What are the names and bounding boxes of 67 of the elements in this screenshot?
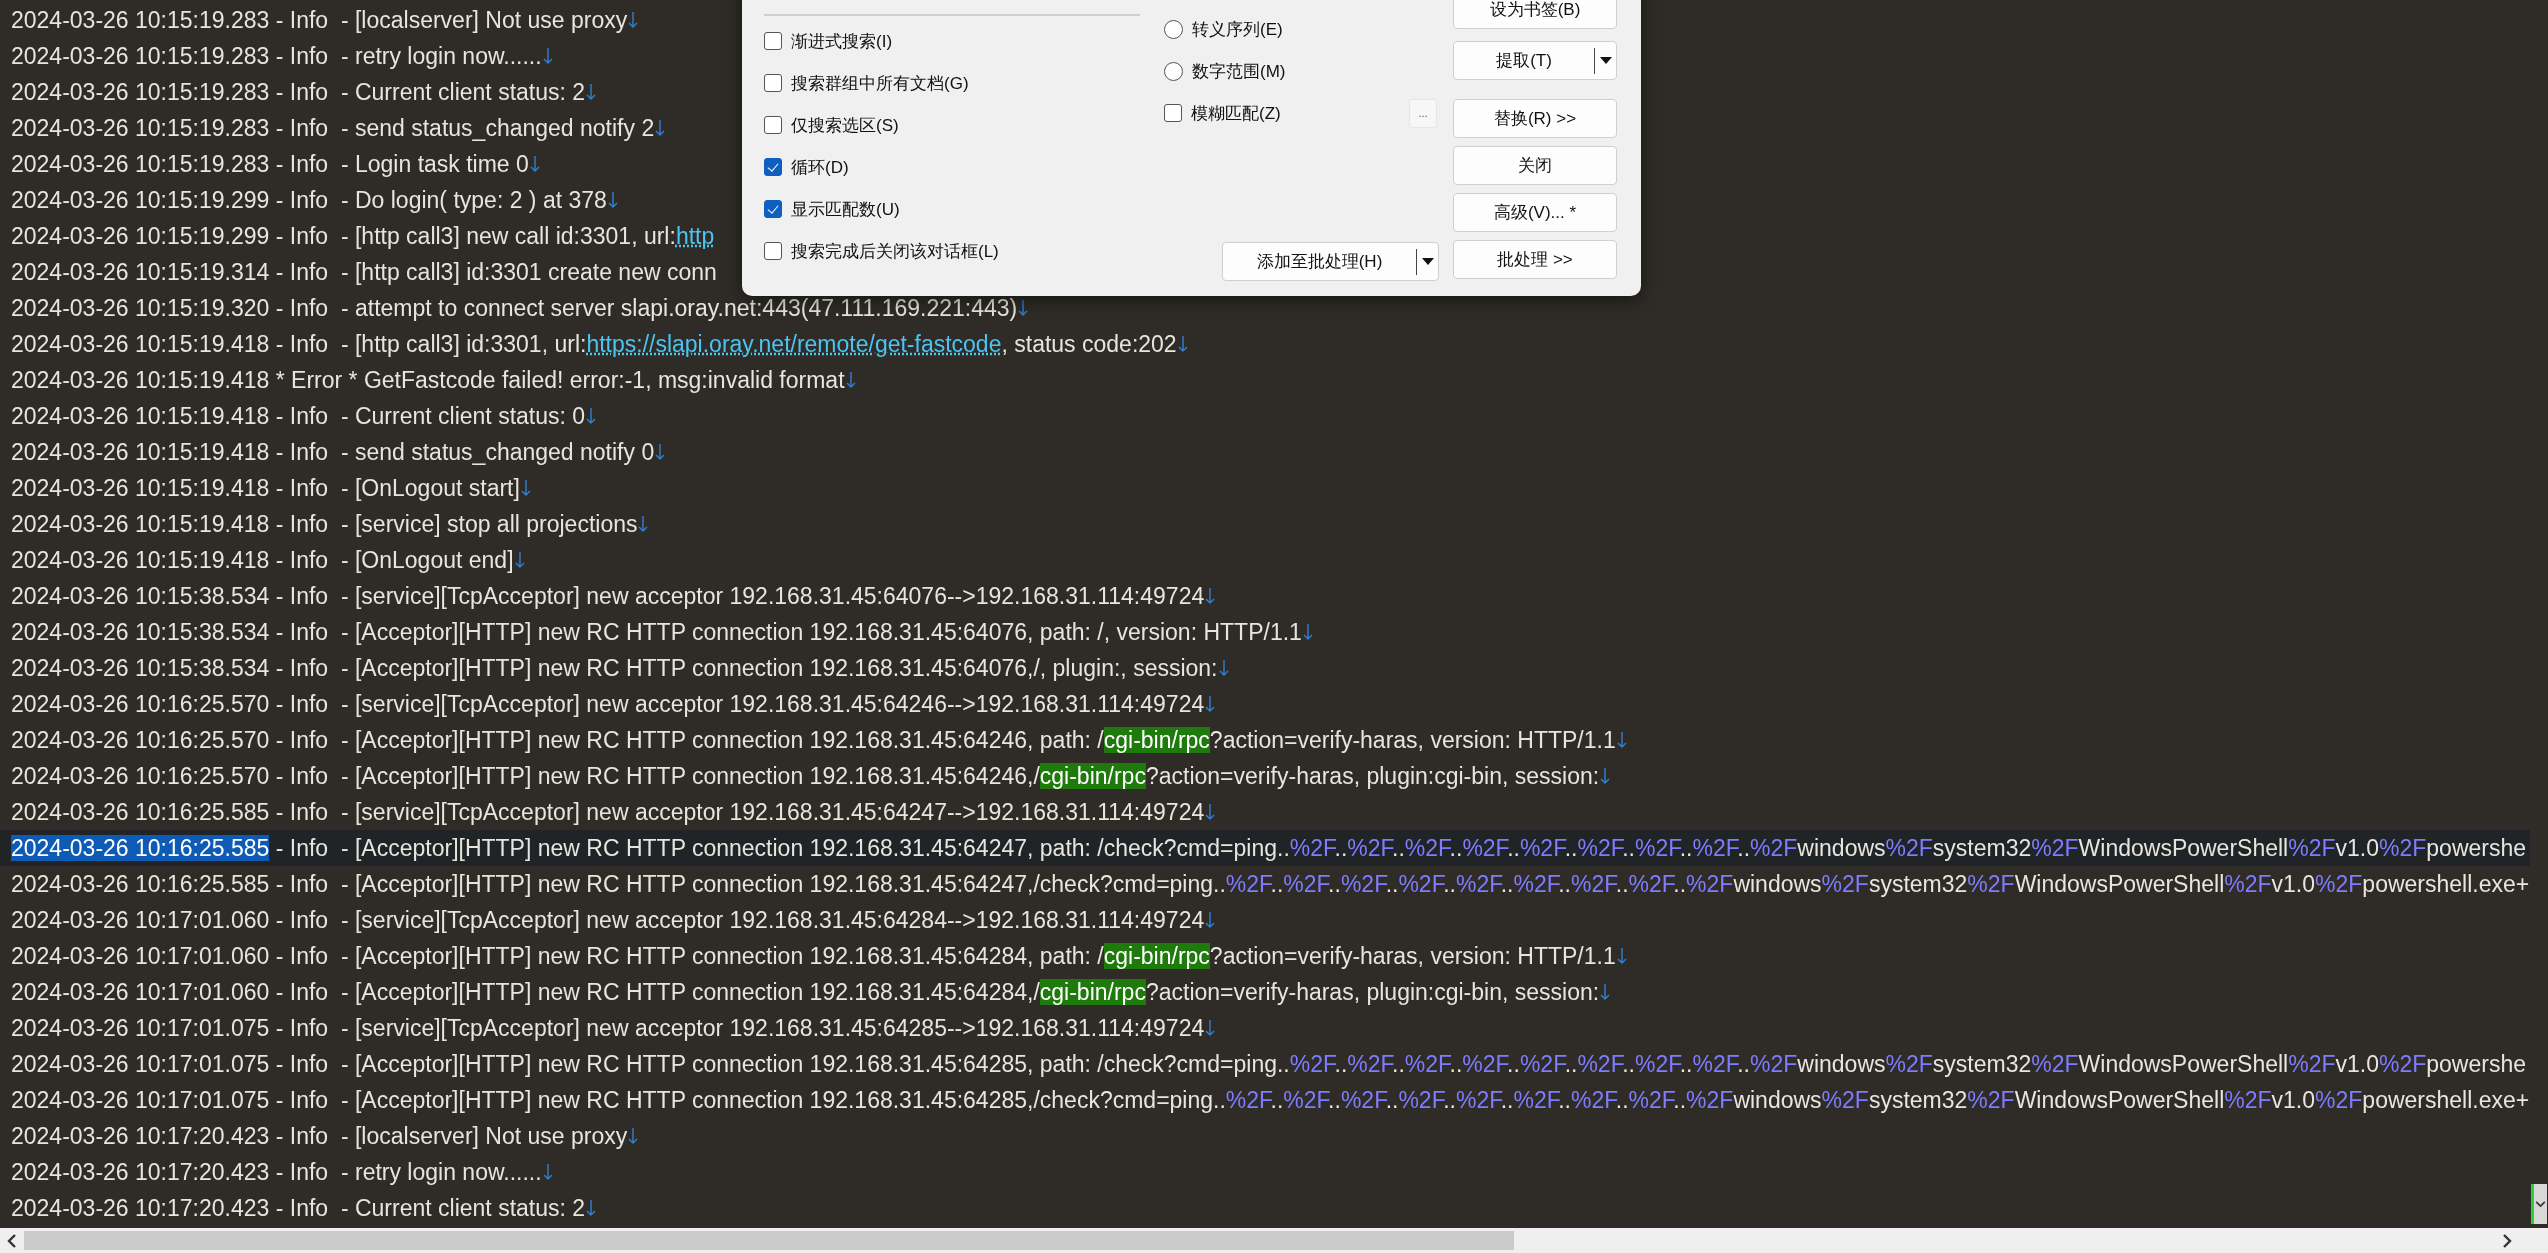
log-line: 2024-03-26 10:17:01.075 - Info - [Acceptor][HTTP] new RC HTTP connection 192.168.31.45:64285,/check?cmd=ping..%2F..%2F..%2F..%2F..%2F..%2F..%2F..%2F..%2Fwindows%2Fsystem32%2FWindowsPowerShell%2Fv1.0%2Fpowershell.exe+ <box>11 1086 2530 1114</box>
checkbox[interactable] <box>764 116 782 134</box>
checkbox-label: 循环(D) <box>791 156 849 179</box>
dialog-button[interactable]: 提取(T) <box>1453 41 1617 80</box>
log-line: 2024-03-26 10:17:20.423 - Info - [localserver] Not use proxy <box>11 1122 628 1150</box>
log-line: 2024-03-26 10:15:19.299 - Info - [http call3] new call id:3301, url:http <box>11 222 715 250</box>
log-line: 2024-03-26 10:17:01.075 - Info - [service][TcpAcceptor] new acceptor 192.168.31.45:64285-->192.168.31.114:49724 <box>11 1014 1205 1042</box>
log-line: 2024-03-26 10:17:01.060 - Info - [Acceptor][HTTP] new RC HTTP connection 192.168.31.45:64284, path: /cgi-bin/rpc?action=verify-haras, version: HTTP/1.1 <box>11 942 1616 970</box>
dialog-button[interactable]: 替换(R) >> <box>1453 99 1617 138</box>
radio-button[interactable] <box>1164 61 1183 81</box>
dialog-button[interactable]: 批处理 >> <box>1453 240 1617 279</box>
url-link[interactable]: https://slapi.oray.net/remote/get-fastcode <box>586 330 1002 357</box>
log-line: 2024-03-26 10:17:01.075 - Info - [Acceptor][HTTP] new RC HTTP connection 192.168.31.45:64285, path: /check?cmd=ping..%2F..%2F..%2F..%2F..%2F..%2F..%2F..%2F..%2Fwindows%2Fsystem32%2FWindowsPowerShell%2Fv1.0%2Fpowershe <box>11 1050 2526 1078</box>
dialog-button[interactable]: 高级(V)... * <box>1453 193 1617 232</box>
log-line: 2024-03-26 10:15:19.320 - Info - attempt to connect server slapi.oray.net:443(47.111.169.221:443) <box>11 294 1018 322</box>
log-line: 2024-03-26 10:15:38.534 - Info - [Acceptor][HTTP] new RC HTTP connection 192.168.31.45:64076, path: /, version: HTTP/1.1 <box>11 618 1302 646</box>
checkbox[interactable] <box>764 74 782 92</box>
radio-button[interactable] <box>1164 19 1183 39</box>
dialog-button[interactable]: 关闭 <box>1453 146 1617 185</box>
dialog-button[interactable]: 设为书签(B) <box>1453 0 1617 29</box>
caret-icon <box>1600 56 1612 65</box>
log-line: 2024-03-26 10:17:20.423 - Info - retry login now...... <box>11 1158 542 1186</box>
log-line: 2024-03-26 10:16:25.570 - Info - [Acceptor][HTTP] new RC HTTP connection 192.168.31.45:64246,/cgi-bin/rpc?action=verify-haras, plugin:cgi-bin, session: <box>11 762 1600 790</box>
log-line: 2024-03-26 10:15:19.418 - Info - [OnLogout start] <box>11 474 520 502</box>
checkbox-label: 搜索完成后关闭该对话框(L) <box>791 240 999 263</box>
log-line: 2024-03-26 10:16:25.570 - Info - [service][TcpAcceptor] new acceptor 192.168.31.45:64246-->192.168.31.114:49724 <box>11 690 1205 718</box>
log-line: 2024-03-26 10:15:19.314 - Info - [http call3] id:3301 create new conn <box>11 258 717 286</box>
horizontal-scrollbar[interactable] <box>0 1228 2548 1253</box>
log-line: 2024-03-26 10:16:25.585 - Info - [Acceptor][HTTP] new RC HTTP connection 192.168.31.45:64247, path: /check?cmd=ping..%2F..%2F..%2F..%2F..%2F..%2F..%2F..%2F..%2Fwindows%2Fsystem32%2FWindowsPowerShell%2Fv1.0%2Fpowershe <box>11 834 2527 862</box>
add-to-batch-button[interactable]: 添加至批处理(H) <box>1222 242 1439 281</box>
chevron-down-icon[interactable] <box>2531 1184 2547 1224</box>
log-line: 2024-03-26 10:15:19.283 - Info - send status_changed notify 2 <box>11 114 655 142</box>
log-line: 2024-03-26 10:15:38.534 - Info - [service][TcpAcceptor] new acceptor 192.168.31.45:64076-->192.168.31.114:49724 <box>11 582 1205 610</box>
log-line: 2024-03-26 10:16:25.585 - Info - [service][TcpAcceptor] new acceptor 192.168.31.45:64247-->192.168.31.114:49724 <box>11 798 1205 826</box>
log-line: 2024-03-26 10:15:19.283 - Info - retry login now...... <box>11 42 542 70</box>
log-line: 2024-03-26 10:15:38.534 - Info - [Acceptor][HTTP] new RC HTTP connection 192.168.31.45:64076,/, plugin:, session: <box>11 654 1218 682</box>
log-line: 2024-03-26 10:15:19.418 - Info - Current client status: 0 <box>11 402 586 430</box>
log-line: 2024-03-26 10:17:01.060 - Info - [Acceptor][HTTP] new RC HTTP connection 192.168.31.45:64284,/cgi-bin/rpc?action=verify-haras, plugin:cgi-bin, session: <box>11 978 1600 1006</box>
checkbox[interactable] <box>764 32 782 50</box>
url-link[interactable]: http <box>675 222 715 249</box>
checkbox-label: 模糊匹配(Z) <box>1191 102 1281 125</box>
caret-icon <box>1422 257 1434 266</box>
checkbox[interactable] <box>764 242 782 260</box>
scrollbar-thumb[interactable] <box>24 1231 1514 1250</box>
log-line: 2024-03-26 10:16:25.570 - Info - [Acceptor][HTTP] new RC HTTP connection 192.168.31.45:64246, path: /cgi-bin/rpc?action=verify-haras, version: HTTP/1.1 <box>11 726 1616 754</box>
checkbox-label: 渐进式搜索(I) <box>791 30 893 53</box>
checkbox[interactable] <box>764 200 782 218</box>
log-line: 2024-03-26 10:15:19.418 - Info - send status_changed notify 0 <box>11 438 655 466</box>
log-line: 2024-03-26 10:17:01.060 - Info - [service][TcpAcceptor] new acceptor 192.168.31.45:64284-->192.168.31.114:49724 <box>11 906 1205 934</box>
checkbox[interactable] <box>764 158 782 176</box>
log-line: 2024-03-26 10:16:25.585 - Info - [Acceptor][HTTP] new RC HTTP connection 192.168.31.45:64247,/check?cmd=ping..%2F..%2F..%2F..%2F..%2F..%2F..%2F..%2F..%2Fwindows%2Fsystem32%2FWindowsPowerShell%2Fv1.0%2Fpowershell.exe+ <box>11 870 2530 898</box>
radio-label: 数字范围(M) <box>1192 60 1286 83</box>
checkbox-label: 搜索群组中所有文档(G) <box>791 72 969 95</box>
log-line: 2024-03-26 10:15:19.299 - Info - Do login( type: 2 ) at 378 <box>11 186 607 214</box>
checkbox-label: 仅搜索选区(S) <box>791 114 899 137</box>
more-button[interactable]: ... <box>1409 98 1437 128</box>
log-line: 2024-03-26 10:15:19.418 - Info - [service] stop all projections <box>11 510 638 538</box>
log-line: 2024-03-26 10:15:19.283 - Info - Login task time 0 <box>11 150 529 178</box>
log-line: 2024-03-26 10:15:19.418 - Info - [http call3] id:3301, url:https://slapi.oray.net/remote/get-fastcode, status code:202 <box>11 330 1177 358</box>
log-line: 2024-03-26 10:17:20.423 - Info - Current client status: 2 <box>11 1194 586 1222</box>
radio-label: 转义序列(E) <box>1192 18 1283 41</box>
log-line: 2024-03-26 10:15:19.283 - Info - [localserver] Not use proxy <box>11 6 628 34</box>
log-line: 2024-03-26 10:15:19.418 - Info - [OnLogout end] <box>11 546 514 574</box>
log-line: 2024-03-26 10:15:19.418 * Error * GetFastcode failed! error:-1, msg:invalid format <box>11 366 845 394</box>
checkbox[interactable] <box>1164 104 1182 122</box>
log-line: 2024-03-26 10:15:19.283 - Info - Current client status: 2 <box>11 78 586 106</box>
checkbox-label: 显示匹配数(U) <box>791 198 900 221</box>
